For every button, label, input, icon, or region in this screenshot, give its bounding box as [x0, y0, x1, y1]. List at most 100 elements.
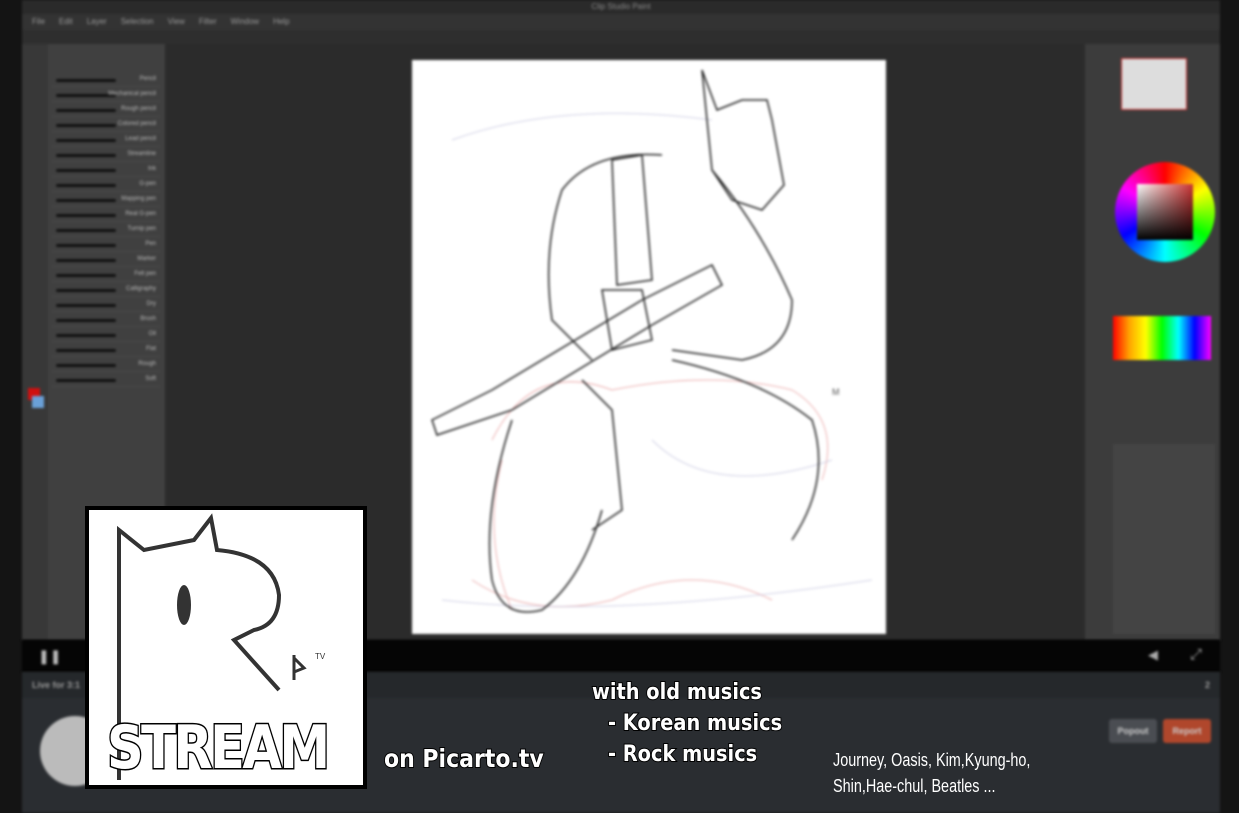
brush-item[interactable]: Turnip pen: [52, 224, 160, 237]
brush-stroke-preview: [56, 364, 116, 367]
popout-button[interactable]: Popout: [1109, 719, 1157, 743]
brush-stroke-preview: [56, 154, 116, 157]
brush-stroke-preview: [56, 379, 116, 382]
viewer-count: 2: [1204, 680, 1210, 690]
brush-item[interactable]: Lead pencil: [52, 134, 160, 147]
menu-layer[interactable]: Layer: [87, 14, 107, 30]
brush-label: Pencil: [139, 76, 156, 82]
layer-list[interactable]: [1113, 444, 1215, 634]
brush-item[interactable]: G-pen: [52, 179, 160, 192]
brush-stroke-preview: [56, 169, 116, 172]
color-wheel[interactable]: [1115, 162, 1215, 262]
brush-label: Streamline: [127, 151, 156, 157]
brush-stroke-preview: [56, 349, 116, 352]
stream-title: STREAM: [106, 712, 332, 785]
logo-tv: TV: [315, 652, 326, 661]
menu-file[interactable]: File: [32, 14, 45, 30]
brush-label: Rough: [138, 361, 156, 367]
brush-stroke-preview: [56, 199, 116, 202]
brush-stroke-preview: [56, 319, 116, 322]
brush-label: Flat: [145, 346, 156, 352]
brush-stroke-preview: [56, 79, 116, 82]
menu-help[interactable]: Help: [273, 14, 289, 30]
wolf-soldier-sketch: M: [431, 69, 873, 613]
brush-item[interactable]: Oil: [52, 329, 160, 342]
brush-stroke-preview: [56, 124, 116, 127]
menu-view[interactable]: View: [168, 14, 185, 30]
brush-label: Felt pen: [134, 271, 156, 277]
brush-item[interactable]: Flat: [52, 344, 160, 357]
brush-stroke-preview: [56, 184, 116, 187]
brush-stroke-preview: [56, 109, 116, 112]
brush-stroke-preview: [56, 259, 116, 262]
brush-label: Rough pencil: [120, 106, 156, 112]
brush-stroke-preview: [56, 334, 116, 337]
brush-label: Colored pencil: [117, 121, 156, 127]
brush-label: Turnip pen: [127, 226, 156, 232]
brush-item[interactable]: Pen: [52, 239, 160, 252]
color-set[interactable]: [1113, 316, 1211, 360]
navigator-thumbnail[interactable]: [1121, 58, 1187, 110]
volume-icon[interactable]: ◀: [1148, 647, 1158, 663]
brush-stroke-preview: [56, 274, 116, 277]
brush-label: Mapping pen: [121, 196, 156, 202]
brush-label: Dry: [146, 301, 156, 307]
music-item-rock: - Rock musics: [607, 741, 758, 768]
brush-item[interactable]: Mechanical pencil: [52, 89, 160, 102]
sub-color-swatch[interactable]: [32, 396, 44, 408]
brush-stroke-preview: [56, 94, 116, 97]
brush-item[interactable]: Pencil: [52, 74, 160, 87]
toolbar: [22, 30, 1220, 44]
brush-stroke-preview: [56, 304, 116, 307]
brush-item[interactable]: Marker: [52, 254, 160, 267]
brush-label: Ink: [147, 166, 156, 172]
artist-signature: M: [832, 387, 840, 397]
report-button[interactable]: Report: [1163, 719, 1211, 743]
brush-label: Mechanical pencil: [108, 91, 156, 97]
menu-filter[interactable]: Filter: [199, 14, 217, 30]
menu-edit[interactable]: Edit: [59, 14, 73, 30]
artists-line-2: Shin,Hae-chul, Beatles ...: [833, 776, 996, 796]
music-item-korean: - Korean musics: [607, 710, 783, 737]
menu-window[interactable]: Window: [231, 14, 259, 30]
brush-label: Soft: [145, 376, 156, 382]
brush-item[interactable]: Mapping pen: [52, 194, 160, 207]
brush-item[interactable]: Ink: [52, 164, 160, 177]
brush-label: Marker: [137, 256, 156, 262]
brush-stroke-preview: [56, 289, 116, 292]
pause-icon[interactable]: ❚❚: [38, 648, 61, 665]
music-heading: with old musics: [591, 679, 763, 706]
live-duration: Live for 3:1: [32, 680, 81, 690]
brush-item[interactable]: Colored pencil: [52, 119, 160, 132]
brush-stroke-preview: [56, 214, 116, 217]
brush-item[interactable]: Real G-pen: [52, 209, 160, 222]
brush-item[interactable]: Calligraphy: [52, 284, 160, 297]
brush-stroke-preview: [56, 244, 116, 247]
brush-label: Oil: [148, 331, 156, 337]
drawing-canvas[interactable]: M: [412, 60, 886, 634]
brush-item[interactable]: Rough pencil: [52, 104, 160, 117]
menu-bar: File Edit Layer Selection View Filter Wi…: [22, 14, 1220, 30]
brush-item[interactable]: Brush: [52, 314, 160, 327]
fullscreen-icon[interactable]: ⤢: [1190, 646, 1202, 663]
tool-palette[interactable]: [22, 44, 48, 640]
menu-selection[interactable]: Selection: [121, 14, 154, 30]
title-bar: Clip Studio Paint: [22, 0, 1220, 14]
brush-stroke-preview: [56, 139, 116, 142]
brush-item[interactable]: Soft: [52, 374, 160, 387]
brush-item[interactable]: Dry: [52, 299, 160, 312]
picarto-logo-box: P TV STREAM: [85, 506, 367, 789]
brush-label: Lead pencil: [125, 136, 156, 142]
brush-item[interactable]: Rough: [52, 359, 160, 372]
brush-label: Real G-pen: [125, 211, 156, 217]
brush-stroke-preview: [56, 229, 116, 232]
brush-label: Brush: [140, 316, 156, 322]
brush-item[interactable]: Streamline: [52, 149, 160, 162]
brush-label: Pen: [145, 241, 156, 247]
brush-label: Calligraphy: [125, 286, 156, 292]
brush-item[interactable]: Felt pen: [52, 269, 160, 282]
artists-line-1: Journey, Oasis, Kim,Kyung-ho,: [833, 750, 1031, 770]
right-panels: [1085, 44, 1220, 640]
brush-label: G-pen: [139, 181, 156, 187]
platform-text: on Picarto.tv: [383, 743, 544, 774]
